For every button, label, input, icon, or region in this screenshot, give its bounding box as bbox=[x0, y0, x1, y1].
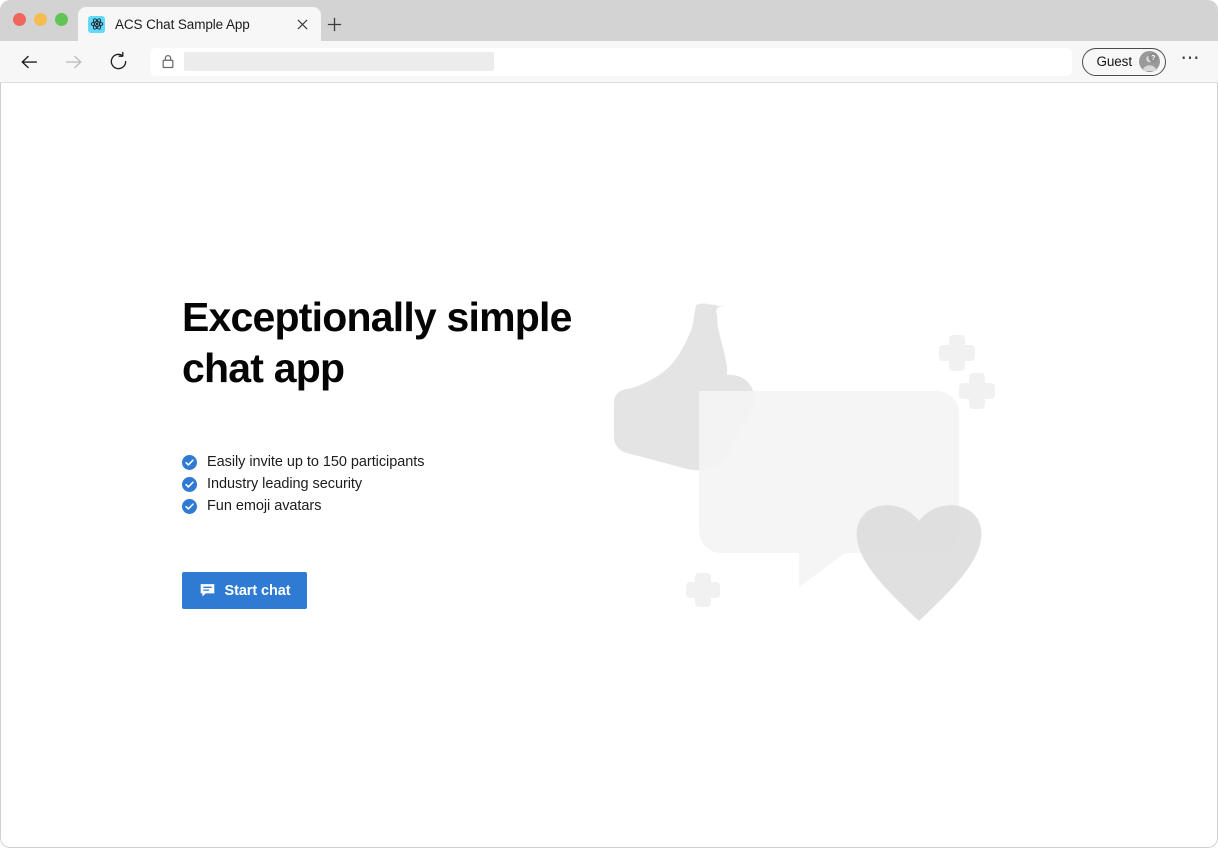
hero-heading-block: Exceptionally simple chat app bbox=[182, 292, 602, 394]
address-bar[interactable] bbox=[150, 47, 1073, 76]
maximize-window-button[interactable] bbox=[55, 13, 68, 26]
hero-title-line-2: chat app bbox=[182, 345, 345, 391]
list-item: Fun emoji avatars bbox=[182, 495, 424, 517]
close-window-button[interactable] bbox=[13, 13, 26, 26]
plus-icon bbox=[327, 17, 341, 31]
list-item: Easily invite up to 150 participants bbox=[182, 451, 424, 473]
feature-label: Easily invite up to 150 participants bbox=[207, 454, 425, 470]
start-chat-button[interactable]: Start chat bbox=[182, 572, 307, 609]
lock-icon bbox=[160, 54, 176, 70]
ellipsis-icon: ⋯ bbox=[1180, 47, 1202, 69]
sparkle-plus-shape bbox=[939, 335, 975, 371]
minimize-window-button[interactable] bbox=[34, 13, 47, 26]
profile-button[interactable]: Guest ? bbox=[1082, 47, 1166, 76]
sparkle-plus-shape bbox=[959, 373, 995, 409]
browser-window: ACS Chat Sample App Guest ? ⋯ Exceptiona… bbox=[0, 0, 1218, 848]
close-icon[interactable] bbox=[293, 15, 311, 33]
forward-button bbox=[59, 47, 89, 77]
forward-arrow-icon bbox=[65, 55, 82, 68]
reload-icon bbox=[110, 51, 126, 70]
window-controls bbox=[13, 13, 68, 26]
feature-label: Fun emoji avatars bbox=[207, 498, 322, 514]
chat-bubble-icon bbox=[199, 582, 216, 599]
url-text-redacted[interactable] bbox=[184, 52, 494, 71]
react-logo-icon bbox=[88, 15, 105, 33]
tab-title: ACS Chat Sample App bbox=[115, 16, 250, 32]
new-tab-button[interactable] bbox=[323, 13, 345, 35]
check-circle-icon bbox=[182, 454, 197, 470]
browser-tab-active[interactable]: ACS Chat Sample App bbox=[78, 7, 321, 41]
page-title: Exceptionally simple chat app bbox=[182, 292, 602, 394]
page-viewport: Exceptionally simple chat app Easily inv… bbox=[0, 83, 1218, 848]
reload-button[interactable] bbox=[103, 47, 133, 77]
check-circle-icon bbox=[182, 498, 197, 514]
svg-text:?: ? bbox=[1151, 55, 1155, 62]
browser-toolbar: Guest ? ⋯ bbox=[0, 41, 1218, 83]
chat-hero-illustration bbox=[601, 291, 1021, 631]
guest-avatar-icon: ? bbox=[1139, 51, 1160, 72]
back-arrow-icon bbox=[21, 55, 38, 68]
tab-strip: ACS Chat Sample App bbox=[0, 0, 1218, 41]
sparkle-plus-shape bbox=[686, 573, 720, 607]
profile-label: Guest bbox=[1096, 54, 1132, 69]
list-item: Industry leading security bbox=[182, 473, 424, 495]
hero-title-line-1: Exceptionally simple bbox=[182, 294, 572, 340]
feature-label: Industry leading security bbox=[207, 476, 363, 492]
heart-shape bbox=[856, 505, 982, 621]
check-circle-icon bbox=[182, 476, 197, 492]
back-button[interactable] bbox=[14, 47, 44, 77]
browser-menu-button[interactable]: ⋯ bbox=[1176, 47, 1206, 77]
feature-list: Easily invite up to 150 participants Ind… bbox=[182, 451, 424, 517]
start-chat-label: Start chat bbox=[224, 582, 291, 599]
